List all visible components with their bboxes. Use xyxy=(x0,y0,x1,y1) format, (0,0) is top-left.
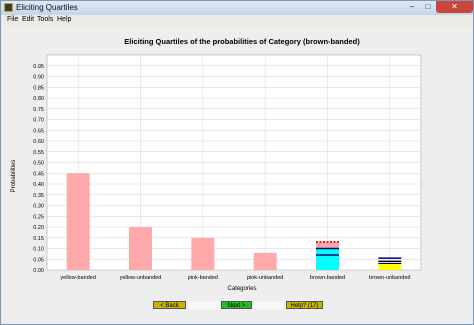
quartile-median-fill xyxy=(316,248,339,270)
y-tick-label: 0.45 xyxy=(33,171,44,177)
y-tick-label: 0.80 xyxy=(33,96,44,102)
help-button[interactable]: Help? (17) xyxy=(286,301,323,309)
menu-bar: File Edit Tools Help xyxy=(2,15,472,25)
menu-help[interactable]: Help xyxy=(57,15,71,25)
x-tick-label: pink-unbanded xyxy=(247,275,283,281)
y-tick-label: 0.85 xyxy=(33,85,44,91)
x-tick-label: yellow-banded xyxy=(60,275,95,281)
y-tick-label: 0.55 xyxy=(33,150,44,156)
chart-panel: 0.00 0.05 0.10 0.15 0.20 0.25 0.30 0.35 0.40 0.45… xyxy=(2,26,472,324)
title-bar[interactable]: Eliciting Quartiles – □ ✕ xyxy=(1,1,473,15)
chart-title: Eliciting Quartiles of the probabilities… xyxy=(124,37,360,46)
bar xyxy=(129,227,152,270)
y-tick-label: 0.20 xyxy=(33,225,44,231)
y-tick-label: 0.60 xyxy=(33,139,44,145)
y-tick-label: 0.90 xyxy=(33,75,44,81)
y-tick-label: 0.40 xyxy=(33,182,44,188)
y-tick-label: 0.70 xyxy=(33,118,44,124)
bar xyxy=(253,252,277,270)
window-title: Eliciting Quartiles xyxy=(16,3,78,12)
y-tick-label: 0.50 xyxy=(33,161,44,167)
x-tick-label: pink-banded xyxy=(188,275,218,281)
button-spacer xyxy=(254,301,284,309)
menu-file[interactable]: File xyxy=(7,15,18,25)
y-tick-label: 0.00 xyxy=(33,268,44,274)
x-tick-label: yellow-unbanded xyxy=(120,275,162,281)
back-button[interactable]: < Back xyxy=(153,301,186,309)
app-window: Eliciting Quartiles – □ ✕ File Edit Tool… xyxy=(0,0,474,325)
y-tick-label: 0.30 xyxy=(33,204,44,210)
y-tick-label: 0.35 xyxy=(33,193,44,199)
y-tick-label: 0.25 xyxy=(33,214,44,220)
y-tick-label: 0.65 xyxy=(33,128,44,134)
x-tick-label: brown-banded xyxy=(310,275,345,281)
y-tick-label: 0.10 xyxy=(33,247,44,253)
bar xyxy=(191,237,215,270)
y-axis-label: Probabilities xyxy=(11,160,17,193)
y-tick-label: 0.95 xyxy=(33,64,44,70)
minimize-button[interactable]: – xyxy=(404,1,420,13)
y-tick-label: 0.15 xyxy=(33,236,44,242)
x-axis-label: Categories xyxy=(227,286,256,292)
y-tick-label: 0.75 xyxy=(33,107,44,113)
menu-edit[interactable]: Edit xyxy=(22,15,34,25)
menu-tools[interactable]: Tools xyxy=(37,15,53,25)
maximize-button[interactable]: □ xyxy=(420,1,436,13)
quartile-lower-fill xyxy=(378,263,402,270)
close-button[interactable]: ✕ xyxy=(436,1,473,13)
bar xyxy=(66,173,90,270)
button-spacer xyxy=(188,301,219,309)
quartile-chart: 0.00 0.05 0.10 0.15 0.20 0.25 0.30 0.35 0.40 0.45… xyxy=(11,37,422,292)
y-tick-label: 0.05 xyxy=(33,257,44,263)
x-tick-label: brown-unbanded xyxy=(369,275,410,281)
app-icon xyxy=(4,3,13,12)
next-button[interactable]: Next > xyxy=(221,301,252,309)
